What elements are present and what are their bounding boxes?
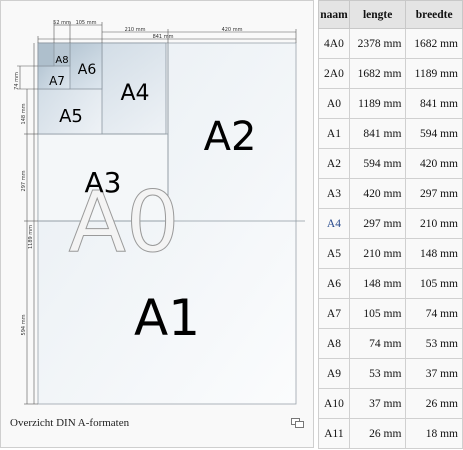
dim-841mm: 841 mm (153, 34, 174, 40)
cell-length: 148 mm (348, 268, 407, 299)
cell-name: A6 (318, 268, 350, 299)
table-row: A6 148 mm 105 mm (318, 268, 463, 299)
table-row: A3 420 mm 297 mm (318, 178, 463, 209)
cell-length: 210 mm (348, 238, 407, 269)
cell-length: 53 mm (348, 358, 407, 389)
cell-width: 37 mm (405, 358, 463, 389)
cell-name: 2A0 (318, 58, 350, 89)
cell-width: 210 mm (405, 208, 463, 239)
cell-width: 420 mm (405, 148, 463, 179)
label-a7: A7 (49, 74, 65, 88)
table-row: A9 53 mm 37 mm (318, 358, 463, 389)
cell-width: 74 mm (405, 298, 463, 329)
cell-length: 594 mm (348, 148, 407, 179)
cell-width: 841 mm (405, 88, 463, 119)
cell-width: 148 mm (405, 238, 463, 269)
cell-length: 420 mm (348, 178, 407, 209)
header-name: naam (318, 0, 350, 29)
cell-name: A2 (318, 148, 350, 179)
dim-52mm: 52 mm (53, 20, 71, 26)
cell-name: A0 (318, 88, 350, 119)
a-formats-diagram[interactable]: 52 mm 105 mm 210 mm 420 mm 841 mm 74 mm … (5, 5, 305, 410)
table-row: A7 105 mm 74 mm (318, 298, 463, 329)
cell-name: A9 (318, 358, 350, 389)
figure-caption: Overzicht DIN A-formaten (10, 417, 130, 429)
cell-length: 297 mm (348, 208, 407, 239)
cell-length: 74 mm (348, 328, 407, 359)
cell-length: 2378 mm (348, 28, 407, 59)
label-a2: A2 (204, 114, 257, 160)
cell-name: A11 (318, 418, 350, 449)
dim-74mm: 74 mm (14, 72, 20, 90)
cell-name: A8 (318, 328, 350, 359)
dim-594mm: 594 mm (21, 314, 27, 335)
cell-length: 37 mm (348, 388, 407, 419)
cell-name[interactable]: A4 (318, 208, 350, 239)
table-row: A0 1189 mm 841 mm (318, 88, 463, 119)
table-row: A8 74 mm 53 mm (318, 328, 463, 359)
table-header-row: naam lengte breedte (318, 0, 463, 29)
header-length: lengte (348, 0, 407, 29)
a8-region (37, 42, 55, 67)
label-a4: A4 (120, 81, 149, 106)
table-row: A10 37 mm 26 mm (318, 388, 463, 419)
cell-name: A7 (318, 298, 350, 329)
table-row: A4 297 mm 210 mm (318, 208, 463, 239)
cell-name: A1 (318, 118, 350, 149)
cell-length: 1189 mm (348, 88, 407, 119)
cell-name: 4A0 (318, 28, 350, 59)
table-row: A2 594 mm 420 mm (318, 148, 463, 179)
table-row: 2A0 1682 mm 1189 mm (318, 58, 463, 89)
cell-width: 105 mm (405, 268, 463, 299)
label-a6: A6 (78, 62, 97, 78)
cell-width: 297 mm (405, 178, 463, 209)
dim-297mm: 297 mm (21, 170, 27, 191)
cell-length: 1682 mm (348, 58, 407, 89)
table-row: A5 210 mm 148 mm (318, 238, 463, 269)
table-row: A11 26 mm 18 mm (318, 418, 463, 449)
cell-width: 18 mm (405, 418, 463, 449)
cell-width: 26 mm (405, 388, 463, 419)
label-a1: A1 (134, 289, 200, 347)
dim-1189mm: 1189 mm (28, 225, 34, 249)
cell-length: 105 mm (348, 298, 407, 329)
cell-name: A3 (318, 178, 350, 209)
cell-name: A10 (318, 388, 350, 419)
label-a3: A3 (85, 166, 122, 199)
cell-name: A5 (318, 238, 350, 269)
cell-width: 594 mm (405, 118, 463, 149)
label-a5: A5 (59, 106, 83, 127)
paper-sizes-table: naam lengte breedte 4A0 2378 mm 1682 mm 2A0… (318, 0, 463, 449)
cell-length: 26 mm (348, 418, 407, 449)
table-row: A1 841 mm 594 mm (318, 118, 463, 149)
dim-105mm: 105 mm (76, 20, 97, 26)
dim-210mm: 210 mm (125, 27, 146, 33)
label-a8: A8 (55, 55, 68, 66)
dim-148mm: 148 mm (21, 103, 27, 124)
cell-width: 53 mm (405, 328, 463, 359)
dim-420mm: 420 mm (222, 27, 243, 33)
enlarge-icon[interactable] (291, 418, 305, 429)
left-dimension-lines (17, 43, 38, 405)
cell-width: 1682 mm (405, 28, 463, 59)
cell-length: 841 mm (348, 118, 407, 149)
cell-width: 1189 mm (405, 58, 463, 89)
table-row: 4A0 2378 mm 1682 mm (318, 28, 463, 59)
thumbnail-frame: 52 mm 105 mm 210 mm 420 mm 841 mm 74 mm … (0, 0, 314, 448)
header-width: breedte (405, 0, 463, 29)
